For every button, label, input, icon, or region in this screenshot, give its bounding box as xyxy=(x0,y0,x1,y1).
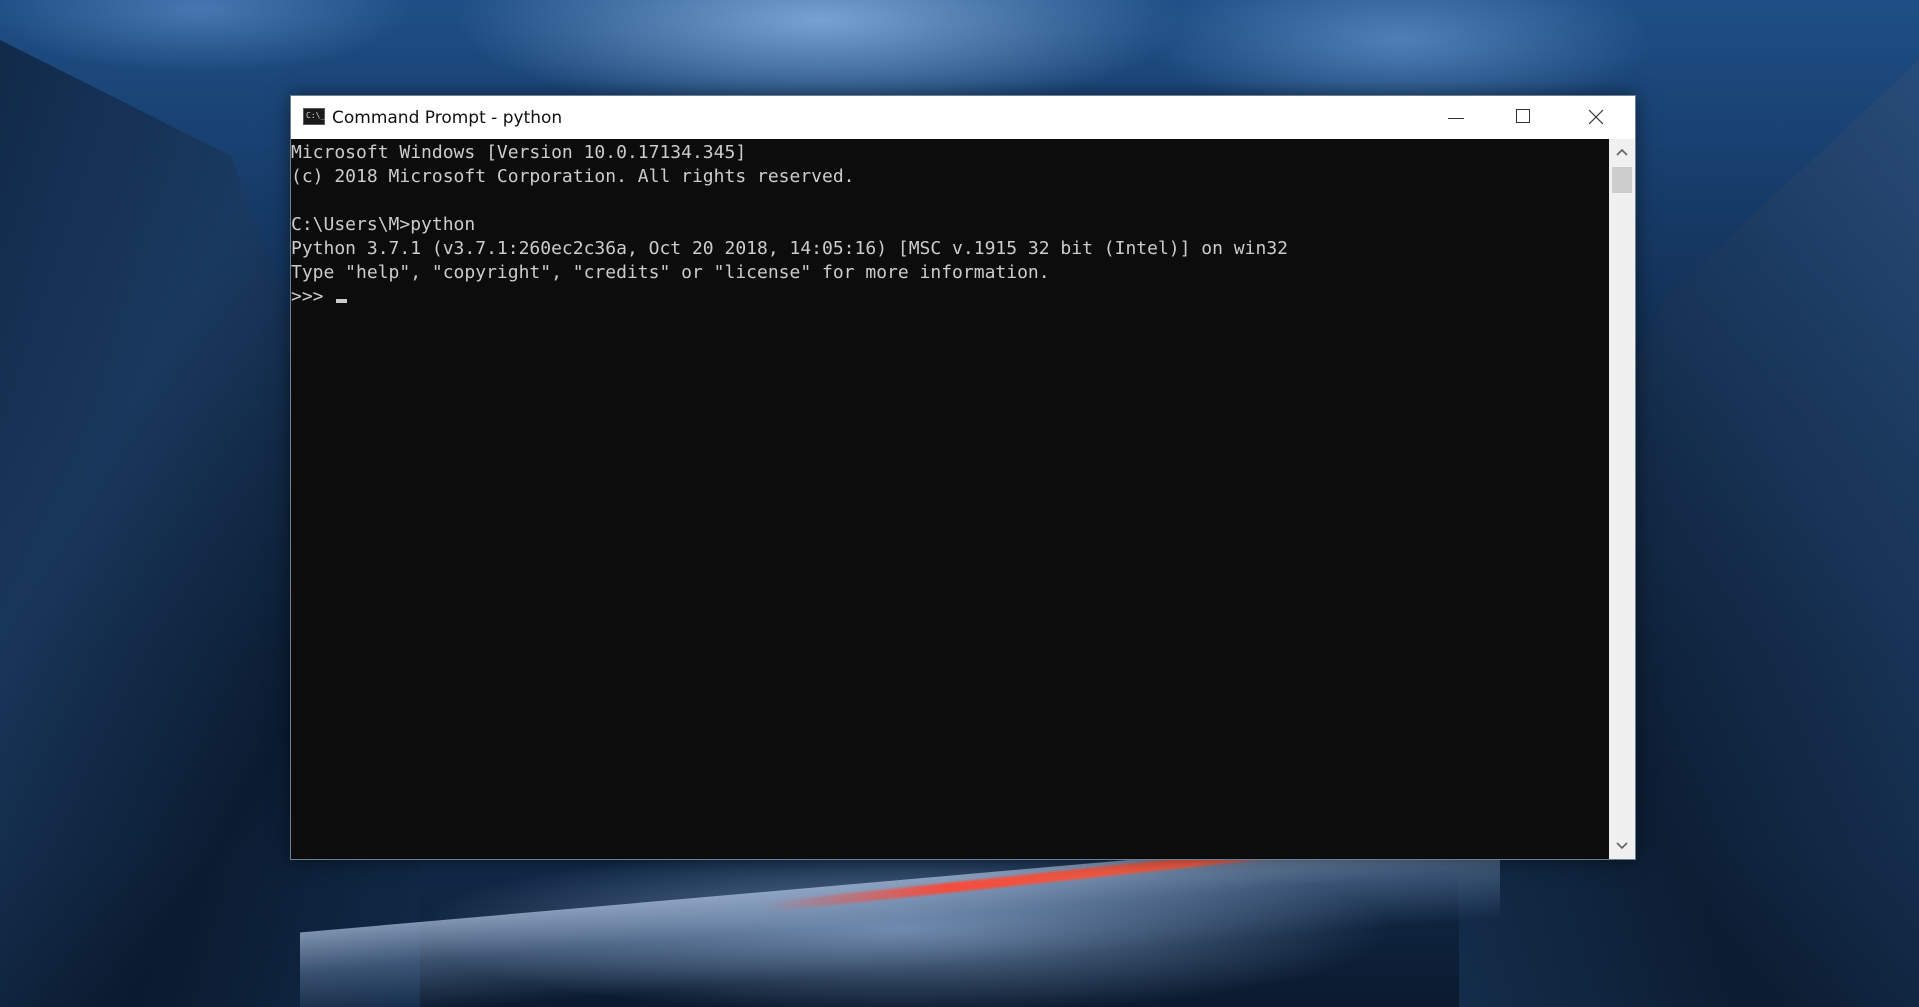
close-button[interactable] xyxy=(1557,96,1635,139)
console-output[interactable]: Microsoft Windows [Version 10.0.17134.34… xyxy=(291,139,1609,859)
maximize-button[interactable] xyxy=(1488,96,1558,139)
console-line: C:\Users\M>python xyxy=(291,214,476,235)
scroll-thumb[interactable] xyxy=(1612,167,1632,193)
console-line: Microsoft Windows [Version 10.0.17134.34… xyxy=(291,142,747,163)
vertical-scrollbar[interactable] xyxy=(1609,139,1635,859)
minimize-button[interactable] xyxy=(1419,96,1489,139)
console-prompt-line[interactable]: >>> xyxy=(291,285,334,309)
chevron-up-icon xyxy=(1616,148,1628,156)
chevron-down-icon xyxy=(1616,842,1628,850)
text-cursor xyxy=(336,299,347,303)
title-bar[interactable]: Command Prompt - python xyxy=(291,96,1635,139)
window-title: Command Prompt - python xyxy=(332,108,563,128)
scroll-down-button[interactable] xyxy=(1609,833,1635,859)
console-line: Python 3.7.1 (v3.7.1:260ec2c36a, Oct 20 … xyxy=(291,238,1288,259)
console-line: (c) 2018 Microsoft Corporation. All righ… xyxy=(291,166,855,187)
command-prompt-window[interactable]: Command Prompt - python Microsoft Window… xyxy=(290,95,1636,860)
close-icon xyxy=(1588,109,1604,125)
command-prompt-icon[interactable] xyxy=(303,108,325,125)
console-line: Type "help", "copyright", "credits" or "… xyxy=(291,262,1050,283)
scroll-up-button[interactable] xyxy=(1609,139,1635,165)
minimize-icon xyxy=(1448,118,1464,119)
maximize-icon xyxy=(1516,109,1530,123)
